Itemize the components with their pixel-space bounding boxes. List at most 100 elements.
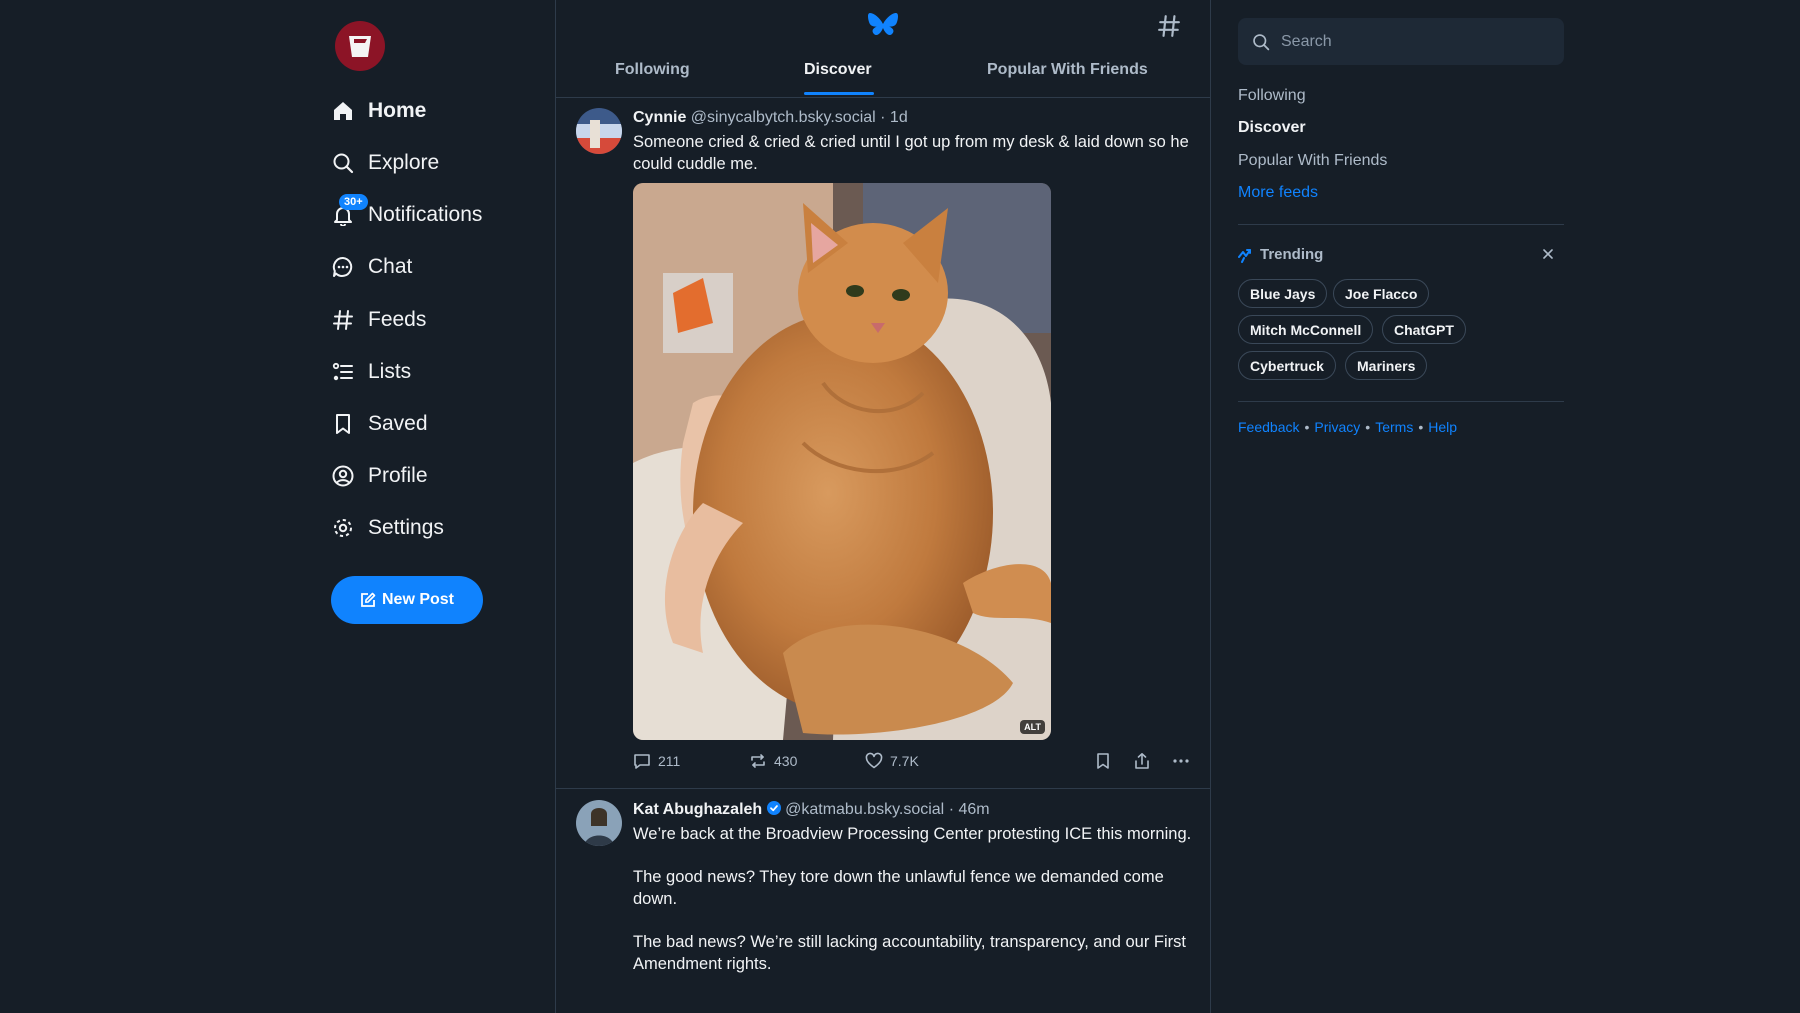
main-feed: Following Discover Popular With Friends … [555, 0, 1211, 1013]
trending-icon [1238, 248, 1251, 263]
hash-icon [330, 307, 356, 333]
footer-links: Feedback • Privacy • Terms • Help [1238, 419, 1457, 435]
repost-count: 430 [774, 753, 798, 769]
more-dots-icon [1173, 759, 1189, 763]
like-button[interactable]: 7.7K [865, 752, 919, 770]
post-paragraph: The good news? They tore down the unlawf… [633, 868, 1164, 908]
close-icon[interactable] [1542, 248, 1554, 260]
nav-home[interactable]: Home [330, 91, 426, 131]
post-time: · 46m [948, 801, 990, 818]
nav-chat[interactable]: Chat [330, 247, 412, 287]
search-icon [330, 150, 356, 176]
feeds-hash-icon[interactable] [1157, 14, 1181, 38]
footer-feedback-link[interactable]: Feedback [1238, 419, 1299, 435]
nav-home-label: Home [368, 99, 427, 122]
nav-settings[interactable]: Settings [330, 508, 444, 548]
author-name[interactable]: Cynnie [633, 109, 686, 126]
more-feeds-link[interactable]: More feeds [1238, 184, 1318, 202]
nav-notifications[interactable]: 30+ Notifications [330, 194, 482, 235]
trending-topic-chip[interactable]: Mitch McConnell [1238, 315, 1374, 344]
profile-icon [330, 463, 356, 489]
post-image[interactable]: ALT [633, 183, 1051, 740]
search-box[interactable] [1238, 18, 1564, 65]
user-avatar[interactable] [335, 21, 385, 71]
nav-profile[interactable]: Profile [330, 456, 428, 496]
bookmark-icon [1097, 753, 1109, 769]
gear-icon [330, 515, 356, 541]
nav-chat-label: Chat [368, 255, 413, 278]
sidebar-feed-following[interactable]: Following [1238, 87, 1306, 105]
feed-header: Following Discover Popular With Friends [556, 0, 1210, 98]
home-icon [330, 98, 356, 124]
nav-saved[interactable]: Saved [330, 404, 428, 444]
author-handle[interactable]: @sinycalbytch.bsky.social [691, 109, 876, 126]
search-input[interactable] [1279, 31, 1553, 52]
footer-separator: • [1365, 419, 1371, 435]
repost-icon [751, 754, 765, 768]
trending-topic-chip[interactable]: Blue Jays [1238, 279, 1328, 308]
post-time: · 1d [880, 109, 908, 126]
trending-topic-chip[interactable]: Joe Flacco [1333, 279, 1430, 308]
bookmark-icon [330, 411, 356, 437]
nav-saved-label: Saved [368, 412, 428, 435]
repost-button[interactable]: 430 [749, 752, 797, 770]
compose-icon [361, 592, 376, 607]
tab-popular-with-friends[interactable]: Popular With Friends [987, 61, 1148, 79]
reply-count: 211 [658, 753, 681, 769]
share-icon [1135, 753, 1149, 769]
trending-topic-chip[interactable]: ChatGPT [1382, 315, 1466, 344]
trending-title: Trending [1260, 246, 1324, 263]
post-actions: 211 430 7.7K [633, 752, 1193, 776]
post-header: Cynnie @sinycalbytch.bsky.social · 1d [633, 108, 1193, 128]
post-text-body: Someone cried & cried & cried until I go… [633, 133, 1189, 173]
nav-explore-label: Explore [368, 151, 440, 174]
nav-settings-label: Settings [368, 516, 444, 539]
sidebar-feed-discover[interactable]: Discover [1238, 119, 1306, 137]
avatar[interactable] [576, 800, 622, 846]
divider [1238, 401, 1564, 402]
author-name[interactable]: Kat Abughazaleh [633, 801, 762, 818]
post[interactable]: Kat Abughazaleh @katmabu.bsky.social · 4… [556, 790, 1210, 1013]
bookmark-button[interactable] [1094, 752, 1112, 770]
footer-separator: • [1418, 419, 1424, 435]
post-text: Someone cried & cried & cried until I go… [633, 131, 1193, 175]
alt-text-badge[interactable]: ALT [1020, 720, 1045, 734]
trending-topic-chip[interactable]: Mariners [1345, 351, 1428, 380]
more-options-button[interactable] [1172, 752, 1190, 770]
nav-lists[interactable]: Lists [330, 352, 411, 392]
footer-terms-link[interactable]: Terms [1375, 419, 1413, 435]
footer-privacy-link[interactable]: Privacy [1314, 419, 1360, 435]
post-content: Cynnie @sinycalbytch.bsky.social · 1d So… [633, 108, 1193, 175]
heart-icon [865, 752, 883, 769]
nav-lists-label: Lists [368, 360, 412, 383]
nav-feeds[interactable]: Feeds [330, 300, 426, 340]
nav-profile-label: Profile [368, 464, 428, 487]
trending-topic-chip[interactable]: Cybertruck [1238, 351, 1336, 380]
tab-following[interactable]: Following [615, 61, 690, 79]
divider [1238, 224, 1564, 225]
verified-badge-icon [766, 801, 781, 815]
reply-button[interactable]: 211 [633, 752, 680, 770]
new-post-label: New Post [381, 591, 454, 608]
new-post-button[interactable]: New Post [331, 576, 483, 624]
post-header: Kat Abughazaleh @katmabu.bsky.social · 4… [633, 800, 1193, 820]
tab-discover[interactable]: Discover [804, 61, 872, 79]
notification-count-badge: 30+ [339, 194, 368, 210]
share-button[interactable] [1133, 752, 1151, 770]
post-text: We’re back at the Broadview Processing C… [633, 823, 1193, 975]
list-icon [330, 359, 356, 385]
author-handle[interactable]: @katmabu.bsky.social [785, 801, 944, 818]
bluesky-butterfly-icon[interactable] [867, 12, 899, 40]
footer-help-link[interactable]: Help [1428, 419, 1457, 435]
nav-explore[interactable]: Explore [330, 143, 439, 183]
post[interactable]: Cynnie @sinycalbytch.bsky.social · 1d So… [556, 98, 1210, 789]
like-count: 7.7K [890, 753, 919, 769]
avatar[interactable] [576, 108, 622, 154]
sidebar-feed-popular-with-friends[interactable]: Popular With Friends [1238, 152, 1387, 170]
post-paragraph: The bad news? We’re still lacking accoun… [633, 933, 1187, 973]
post-paragraph: We’re back at the Broadview Processing C… [633, 825, 1192, 843]
trending-header: Trending [1238, 246, 1323, 263]
footer-separator: • [1304, 419, 1310, 435]
post-content: Kat Abughazaleh @katmabu.bsky.social · 4… [633, 800, 1193, 996]
chat-icon [330, 254, 356, 280]
